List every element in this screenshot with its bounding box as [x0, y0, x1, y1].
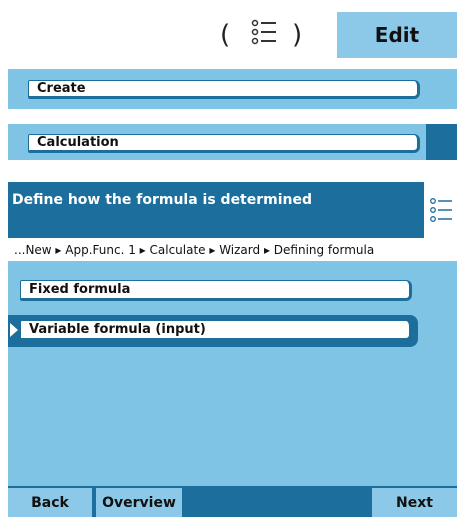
list-menu-button[interactable]	[424, 182, 457, 238]
create-bar: Create	[8, 69, 457, 109]
edit-button[interactable]: Edit	[337, 12, 457, 58]
variable-formula-option[interactable]: Variable formula (input)	[20, 320, 412, 341]
breadcrumb: ...New ▸ App.Func. 1 ▸ Calculate ▸ Wizar…	[8, 238, 457, 261]
create-button[interactable]: Create	[28, 80, 420, 99]
fixed-formula-option[interactable]: Fixed formula	[20, 280, 412, 301]
fixed-formula-label: Fixed formula	[29, 282, 131, 297]
overview-button[interactable]: Overview	[96, 488, 182, 517]
close-paren-glyph: )	[292, 20, 303, 50]
open-paren-glyph: (	[220, 20, 231, 50]
list-icon	[429, 198, 452, 222]
back-label: Back	[31, 494, 69, 511]
panel-title: Define how the formula is determined	[8, 182, 424, 238]
back-button[interactable]: Back	[8, 488, 92, 517]
formula-panel: Define how the formula is determined ...…	[8, 182, 457, 517]
overview-label: Overview	[102, 494, 176, 511]
next-label: Next	[396, 494, 433, 511]
next-button[interactable]: Next	[372, 488, 457, 517]
calculation-bar: Calculation	[8, 124, 457, 160]
create-label: Create	[37, 81, 86, 96]
selection-arrow-icon	[10, 323, 18, 337]
calculation-selected-indicator	[426, 124, 457, 160]
list-icon	[251, 19, 276, 45]
variable-formula-label: Variable formula (input)	[29, 322, 206, 337]
footer-bar: Back Overview Next	[8, 486, 457, 517]
calculation-label: Calculation	[37, 135, 119, 150]
calculation-button[interactable]: Calculation	[28, 134, 420, 153]
